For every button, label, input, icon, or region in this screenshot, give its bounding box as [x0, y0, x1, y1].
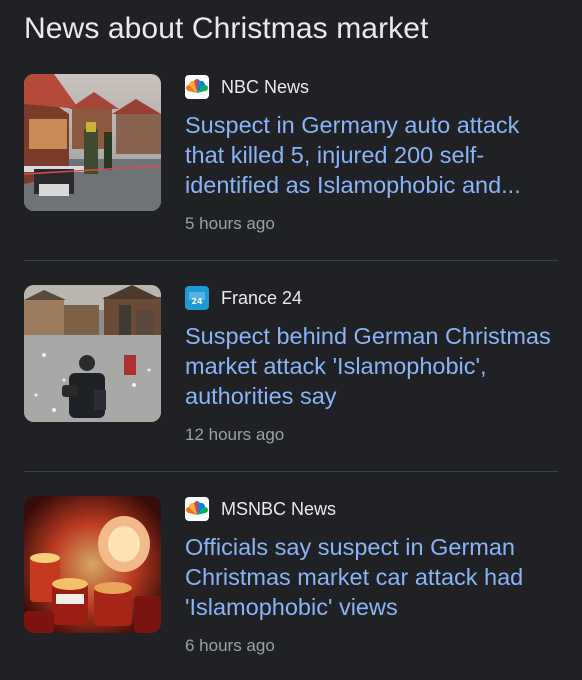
- article-timestamp: 5 hours ago: [185, 214, 275, 233]
- article-source: 24 France 24: [185, 285, 302, 311]
- source-name: France 24: [221, 287, 303, 308]
- source-name: NBC News: [221, 76, 310, 97]
- article-timestamp: 12 hours ago: [185, 425, 285, 444]
- news-article-card[interactable]: 24 France 24 Suspect behind German Chris…: [24, 285, 558, 475]
- article-thumbnail[interactable]: [24, 285, 161, 422]
- memorial-candles-image: [24, 496, 161, 633]
- article-headline-link[interactable]: Suspect in Germany auto attack that kill…: [185, 110, 558, 200]
- nbc-peacock-icon: [185, 497, 209, 521]
- article-timestamp: 6 hours ago: [185, 636, 275, 655]
- divider: [24, 260, 558, 261]
- article-thumbnail[interactable]: [24, 74, 161, 211]
- news-article-card[interactable]: NBC News Suspect in Germany auto attack …: [24, 74, 558, 264]
- article-thumbnail[interactable]: [24, 496, 161, 633]
- article-source: MSNBC News: [185, 496, 336, 522]
- article-headline-link[interactable]: Suspect behind German Christmas market a…: [185, 321, 558, 411]
- news-panel: News about Christmas market NBC News Sus…: [0, 0, 582, 680]
- divider: [24, 471, 558, 472]
- nbc-peacock-icon: [185, 75, 209, 99]
- source-name: MSNBC News: [221, 498, 337, 519]
- svg-text:24: 24: [191, 297, 203, 306]
- article-source: NBC News: [185, 74, 309, 100]
- police-officer-street-image: [24, 285, 161, 422]
- article-headline-link[interactable]: Officials say suspect in German Christma…: [185, 532, 558, 622]
- news-article-card[interactable]: MSNBC News Officials say suspect in Germ…: [24, 496, 558, 680]
- christmas-market-scene-image: [24, 74, 161, 211]
- section-title: News about Christmas market: [24, 12, 429, 45]
- france24-icon: 24: [185, 286, 209, 310]
